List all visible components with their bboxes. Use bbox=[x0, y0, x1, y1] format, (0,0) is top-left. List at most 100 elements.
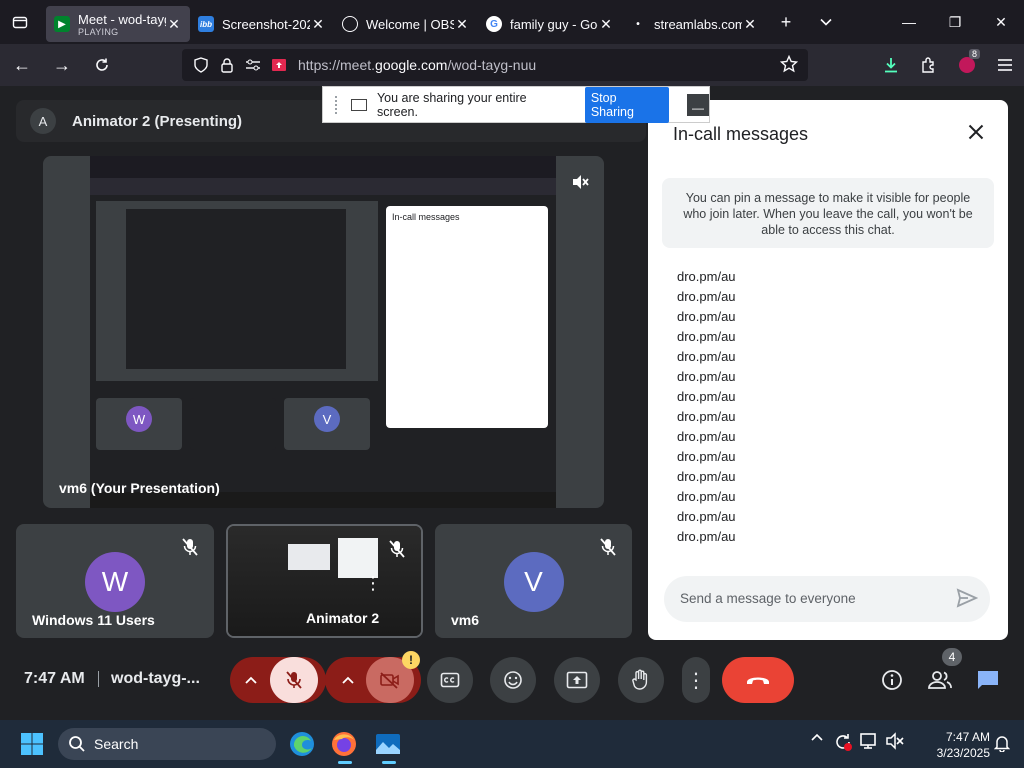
close-tab-icon[interactable]: ✕ bbox=[598, 16, 614, 33]
chat-button[interactable] bbox=[968, 657, 1008, 703]
tab-streamlabs[interactable]: • streamlabs.com/ ✕ bbox=[622, 6, 766, 42]
list-all-tabs-button[interactable] bbox=[0, 0, 40, 44]
mic-off-icon bbox=[182, 538, 198, 561]
hamburger-menu-icon bbox=[998, 59, 1012, 71]
more-options-button[interactable]: ⋮ bbox=[682, 657, 710, 703]
edge-taskbar-icon[interactable] bbox=[288, 730, 316, 758]
chat-message[interactable]: dro.pm/au bbox=[677, 347, 736, 367]
maximize-window-button[interactable]: ❐ bbox=[932, 0, 978, 44]
leave-call-button[interactable] bbox=[722, 657, 794, 703]
minimize-icon: — bbox=[692, 100, 704, 115]
windows-logo-icon bbox=[21, 733, 43, 755]
back-button[interactable]: ← bbox=[4, 47, 40, 83]
send-message-input[interactable]: Send a message to everyone bbox=[664, 576, 990, 622]
notifications-button[interactable] bbox=[993, 734, 1011, 757]
address-bar[interactable]: https://meet.google.com/wod-tayg-nuu bbox=[182, 49, 808, 81]
captured-tile: W bbox=[96, 398, 182, 450]
chat-message[interactable]: dro.pm/au bbox=[677, 467, 736, 487]
url-text: https://meet.google.com/wod-tayg-nuu bbox=[298, 57, 536, 73]
chat-message[interactable]: dro.pm/au bbox=[677, 527, 736, 547]
captured-avatar-v: V bbox=[314, 406, 340, 432]
chat-message[interactable]: dro.pm/au bbox=[677, 427, 736, 447]
tab-overflow-button[interactable] bbox=[806, 0, 846, 44]
taskbar-search-box[interactable]: Search bbox=[58, 728, 276, 760]
chat-message[interactable]: dro.pm/au bbox=[677, 267, 736, 287]
extension-button[interactable]: 8 bbox=[948, 49, 986, 73]
screen-share-indicator-icon[interactable] bbox=[266, 58, 292, 72]
tab-google[interactable]: G family guy - Goo ✕ bbox=[478, 6, 622, 42]
tab-obs[interactable]: Welcome | OBS ✕ bbox=[334, 6, 478, 42]
captured-nav-bar bbox=[90, 178, 556, 195]
chat-message[interactable]: dro.pm/au bbox=[677, 447, 736, 467]
chat-message[interactable]: dro.pm/au bbox=[677, 307, 736, 327]
close-tab-icon[interactable]: ✕ bbox=[166, 16, 182, 33]
taskbar-clock[interactable]: 7:47 AM 3/23/2025 bbox=[920, 729, 990, 761]
captions-icon bbox=[440, 672, 460, 688]
new-tab-button[interactable]: + bbox=[766, 0, 806, 44]
participant-tile-animator-2[interactable]: ⋮ Animator 2 bbox=[226, 524, 423, 638]
tile-options-icon[interactable]: ⋮ bbox=[364, 574, 382, 592]
shield-icon[interactable] bbox=[188, 57, 214, 73]
network-button[interactable] bbox=[856, 732, 882, 752]
close-tab-icon[interactable]: ✕ bbox=[454, 16, 470, 33]
captions-button[interactable] bbox=[427, 657, 473, 703]
tray-overflow-button[interactable] bbox=[804, 732, 830, 752]
lock-icon[interactable] bbox=[214, 57, 240, 73]
chat-message-list: dro.pm/au dro.pm/au dro.pm/au dro.pm/au dro.… bbox=[677, 267, 736, 547]
chat-icon bbox=[978, 671, 998, 689]
plus-icon: + bbox=[780, 11, 792, 32]
participant-tile-vm6[interactable]: V vm6 bbox=[435, 524, 632, 638]
sharing-message: You are sharing your entire screen. bbox=[376, 90, 527, 119]
drag-handle-icon[interactable] bbox=[335, 95, 345, 114]
reactions-button[interactable] bbox=[490, 657, 536, 703]
close-tab-icon[interactable]: ✕ bbox=[310, 16, 326, 33]
stop-sharing-button[interactable]: Stop Sharing bbox=[584, 86, 670, 123]
participant-name: Windows 11 Users bbox=[32, 612, 155, 628]
chat-message[interactable]: dro.pm/au bbox=[677, 487, 736, 507]
camera-toggle-button[interactable]: ! bbox=[366, 651, 420, 703]
send-icon[interactable] bbox=[956, 588, 979, 613]
meeting-details-button[interactable] bbox=[872, 657, 912, 703]
search-label: Search bbox=[94, 736, 139, 752]
downloads-button[interactable] bbox=[872, 56, 910, 74]
raise-hand-button[interactable] bbox=[618, 657, 664, 703]
chat-message[interactable]: dro.pm/au bbox=[677, 327, 736, 347]
close-tab-icon[interactable]: ✕ bbox=[742, 16, 758, 33]
forward-button[interactable]: → bbox=[44, 47, 80, 83]
permissions-icon[interactable] bbox=[240, 58, 266, 72]
extensions-button[interactable] bbox=[910, 56, 948, 74]
firefox-taskbar-icon[interactable] bbox=[330, 730, 358, 764]
present-screen-button[interactable] bbox=[554, 657, 600, 703]
participant-tile-windows-users[interactable]: W Windows 11 Users bbox=[16, 524, 214, 638]
photos-taskbar-icon[interactable] bbox=[374, 730, 402, 764]
chat-message[interactable]: dro.pm/au bbox=[677, 407, 736, 427]
chat-message[interactable]: dro.pm/au bbox=[677, 507, 736, 527]
chat-message[interactable]: dro.pm/au bbox=[677, 367, 736, 387]
microphone-toggle-button[interactable] bbox=[270, 657, 318, 703]
menu-button[interactable] bbox=[986, 58, 1024, 72]
close-icon bbox=[968, 124, 984, 140]
people-button[interactable] bbox=[920, 657, 960, 703]
tab-screenshot[interactable]: ibb Screenshot-2025 ✕ bbox=[190, 6, 334, 42]
presentation-muted-indicator bbox=[570, 172, 590, 197]
bookmark-star-icon[interactable] bbox=[779, 54, 799, 78]
volume-button[interactable] bbox=[882, 732, 908, 752]
presentation-tile[interactable]: In-call messages W V vm6 (Your Presentat… bbox=[43, 156, 604, 508]
close-chat-button[interactable] bbox=[968, 124, 984, 145]
screen-share-icon bbox=[350, 98, 367, 111]
chevron-up-icon bbox=[811, 733, 823, 741]
start-button[interactable] bbox=[20, 732, 44, 761]
arrow-right-icon: → bbox=[53, 54, 71, 75]
tab-meet[interactable]: ▶ Meet - wod-tayg PLAYING ✕ bbox=[46, 6, 190, 42]
minimize-share-bar-button[interactable]: — bbox=[687, 93, 709, 116]
tab-title: family guy - Goo bbox=[510, 16, 598, 32]
close-window-button[interactable]: ✕ bbox=[978, 0, 1024, 44]
download-icon bbox=[885, 58, 897, 73]
chat-message[interactable]: dro.pm/au bbox=[677, 387, 736, 407]
camera-warning-icon[interactable]: ! bbox=[402, 651, 420, 669]
sync-status-button[interactable] bbox=[830, 732, 856, 752]
chat-message[interactable]: dro.pm/au bbox=[677, 287, 736, 307]
people-icon bbox=[928, 671, 952, 689]
minimize-window-button[interactable]: — bbox=[886, 0, 932, 44]
reload-button[interactable] bbox=[84, 47, 120, 83]
